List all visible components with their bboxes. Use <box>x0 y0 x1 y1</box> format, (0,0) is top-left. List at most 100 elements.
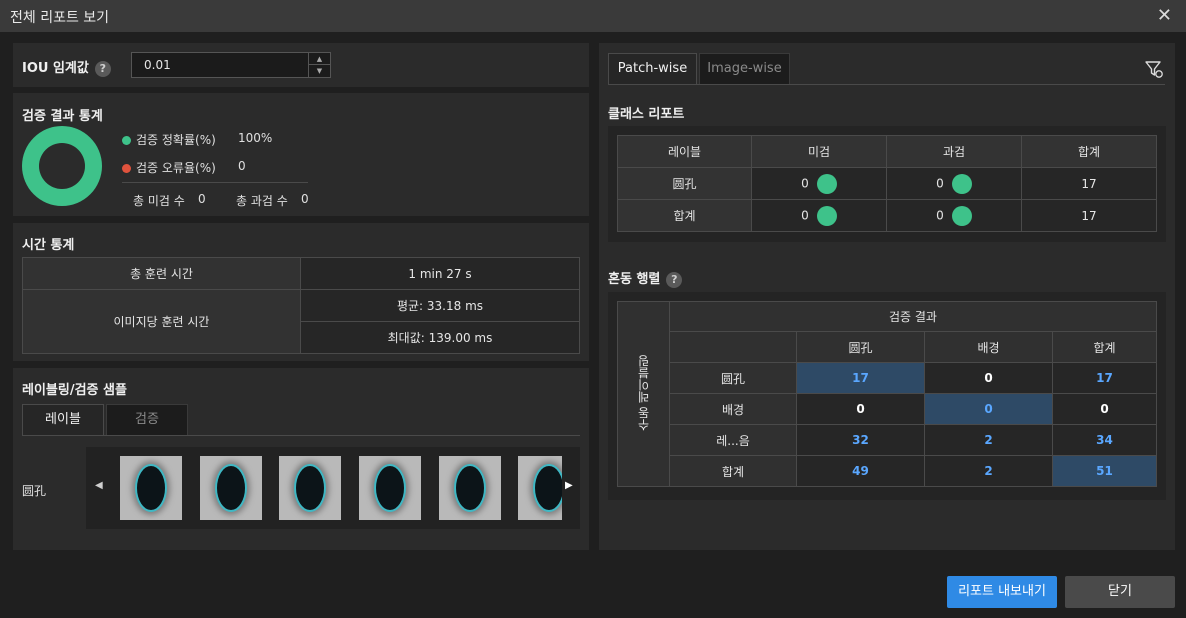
table-row: 합계 0 0 17 <box>617 199 1157 232</box>
matrix-cell: 2 <box>924 455 1053 487</box>
class-report-title: 클래스 리포트 <box>608 107 685 122</box>
missed-cell: 0 <box>751 167 887 200</box>
sample-thumbnail[interactable] <box>120 456 182 520</box>
sample-thumbnail[interactable] <box>518 456 562 520</box>
table-row: 圆孔 17 0 17 <box>618 362 1157 394</box>
missed-cell: 0 <box>751 199 887 232</box>
samples-tab-divider <box>22 435 580 436</box>
class-report-table: 레이블 미검 과검 합계 圆孔 0 0 17 합계 0 0 17 <box>617 135 1157 232</box>
sample-thumbnail[interactable] <box>359 456 421 520</box>
matrix-cell: 32 <box>796 424 925 456</box>
iou-spinner: ▲ ▼ <box>308 53 330 77</box>
sample-thumbnail[interactable] <box>200 456 262 520</box>
error-label: 검증 오류율(%) <box>136 161 216 175</box>
samples-title: 레이블링/검증 샘플 <box>22 383 127 398</box>
close-button[interactable]: 닫기 <box>1065 576 1175 608</box>
accuracy-value: 100% <box>238 131 273 145</box>
iou-label: IOU 임계값 <box>22 61 89 76</box>
matrix-cell: 0 <box>796 393 925 425</box>
table-row: 圆孔 0 0 17 <box>617 167 1157 200</box>
iou-value: 0.01 <box>144 58 171 72</box>
corner-cell <box>669 331 797 363</box>
stats-divider <box>122 182 308 183</box>
table-row: 배경 0 0 0 <box>618 393 1157 425</box>
matrix-cell: 0 <box>924 362 1053 394</box>
avg-time-value: 평균: 33.18 ms <box>300 289 580 322</box>
matrix-cell: 0 <box>924 393 1053 425</box>
col-header: 레이블 <box>617 135 752 168</box>
close-icon[interactable]: ✕ <box>1157 5 1172 26</box>
error-dot-icon <box>122 164 131 173</box>
row-label: 합계 <box>669 455 797 487</box>
prev-arrow-icon[interactable]: ◀ <box>95 480 103 491</box>
title-bar: 전체 리포트 보기 ✕ <box>0 0 1186 32</box>
missed-count-value: 0 <box>198 192 206 206</box>
time-table: 총 훈련 시간 1 min 27 s 이미지당 훈련 시간 평균: 33.18 … <box>22 257 580 354</box>
over-count-value: 0 <box>301 192 309 206</box>
confusion-title-row: 혼동 행렬? <box>608 268 683 288</box>
status-dot-icon <box>951 205 972 226</box>
matrix-cell: 17 <box>1052 362 1157 394</box>
sample-row-label: 圆孔 <box>22 484 47 498</box>
col-header: 배경 <box>924 331 1053 363</box>
over-cell: 0 <box>886 199 1022 232</box>
col-header: 과검 <box>886 135 1022 168</box>
filter-settings-icon[interactable] <box>1144 59 1164 79</box>
matrix-cell: 2 <box>924 424 1053 456</box>
status-dot-icon <box>816 173 837 194</box>
error-value: 0 <box>238 159 246 173</box>
sample-thumbnail[interactable] <box>439 456 501 520</box>
total-time-label: 총 훈련 시간 <box>22 257 301 290</box>
over-count-label: 총 과검 수 <box>236 194 288 208</box>
spin-down-icon[interactable]: ▼ <box>309 65 330 77</box>
total-cell: 17 <box>1021 199 1157 232</box>
col-header: 미검 <box>751 135 887 168</box>
matrix-cell: 34 <box>1052 424 1157 456</box>
export-report-button[interactable]: 리포트 내보내기 <box>947 576 1057 608</box>
right-tab-divider <box>608 84 1165 85</box>
matrix-cell: 0 <box>1052 393 1157 425</box>
over-cell: 0 <box>886 167 1022 200</box>
status-dot-icon <box>951 173 972 194</box>
help-icon[interactable]: ? <box>666 271 683 288</box>
matrix-cell: 17 <box>796 362 925 394</box>
spin-up-icon[interactable]: ▲ <box>309 53 330 65</box>
confusion-title: 혼동 행렬 <box>608 272 661 287</box>
tab-verify[interactable]: 검증 <box>106 404 188 436</box>
accuracy-donut <box>22 126 102 206</box>
tab-label[interactable]: 레이블 <box>22 404 104 436</box>
window-title: 전체 리포트 보기 <box>10 10 110 26</box>
help-icon[interactable]: ? <box>94 60 111 77</box>
sample-thumbnail[interactable] <box>279 456 341 520</box>
col-header: 圆孔 <box>796 331 925 363</box>
col-header: 합계 <box>1052 331 1157 363</box>
accuracy-legend: 검증 정확률(%) <box>122 131 216 148</box>
accuracy-label: 검증 정확률(%) <box>136 133 216 147</box>
top-header: 검증 결과 <box>669 301 1157 332</box>
total-cell: 17 <box>1021 167 1157 200</box>
row-label: 합계 <box>617 199 752 232</box>
accuracy-dot-icon <box>122 136 131 145</box>
row-label: 배경 <box>669 393 797 425</box>
iou-label-row: IOU 임계값? <box>22 57 111 77</box>
side-header-cell: 수동 레이블링 <box>617 301 670 487</box>
matrix-cell: 49 <box>796 455 925 487</box>
total-time-value: 1 min 27 s <box>300 257 580 290</box>
row-label: 圆孔 <box>617 167 752 200</box>
iou-threshold-input[interactable]: 0.01 ▲ ▼ <box>131 52 331 78</box>
time-title: 시간 통계 <box>22 238 75 253</box>
max-time-value: 최대값: 139.00 ms <box>300 321 580 354</box>
table-row: 레...음 32 2 34 <box>618 424 1157 456</box>
side-header: 수동 레이블링 <box>637 354 651 431</box>
next-arrow-icon[interactable]: ▶ <box>565 480 573 491</box>
missed-count-label: 총 미검 수 <box>133 194 185 208</box>
per-image-time-label: 이미지당 훈련 시간 <box>22 289 301 354</box>
error-legend: 검증 오류율(%) <box>122 159 216 176</box>
stats-title: 검증 결과 통계 <box>22 109 103 124</box>
matrix-cell: 51 <box>1052 455 1157 487</box>
tab-patch-wise[interactable]: Patch-wise <box>608 53 697 85</box>
tab-image-wise[interactable]: Image-wise <box>699 53 790 85</box>
table-row: 합계 49 2 51 <box>618 455 1157 487</box>
confusion-matrix: 수동 레이블링 검증 결과 圆孔 배경 합계 圆孔 17 0 17 배경 0 0… <box>617 301 1157 487</box>
status-dot-icon <box>816 205 837 226</box>
